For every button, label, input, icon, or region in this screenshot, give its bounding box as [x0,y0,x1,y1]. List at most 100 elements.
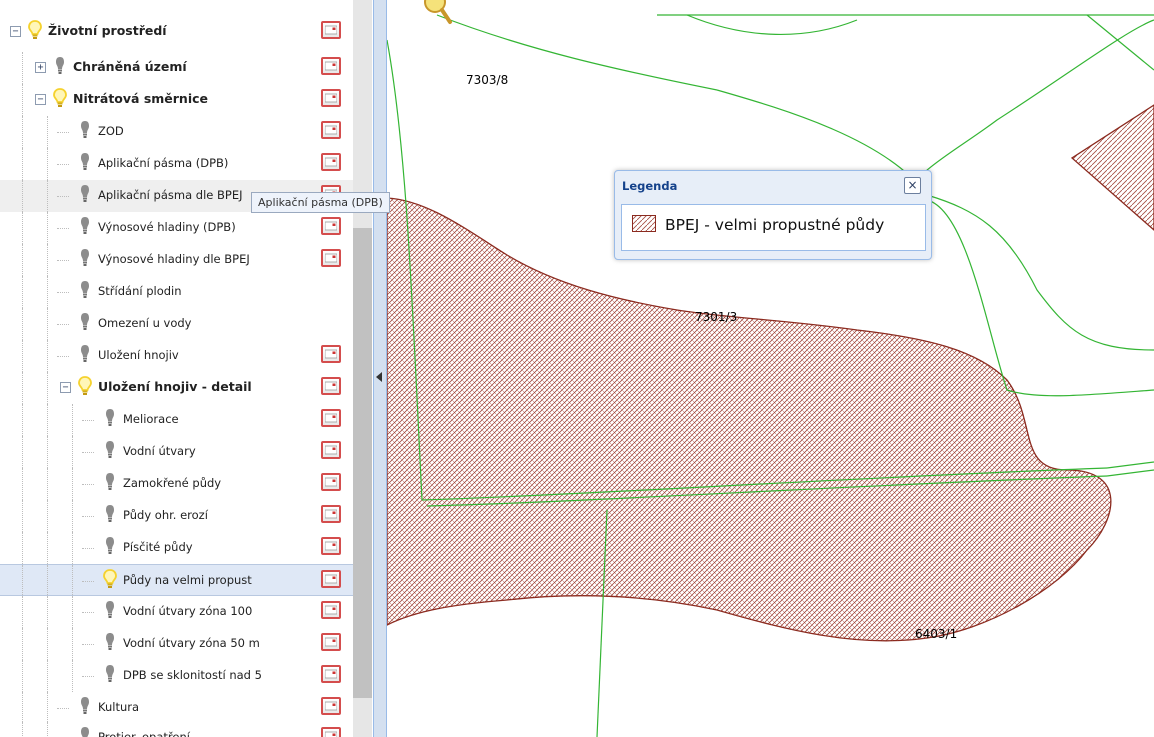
legend-icon[interactable] [321,505,341,523]
tree-node-label[interactable]: Vodní útvary zóna 100 [123,604,252,618]
map-canvas[interactable] [387,0,1154,737]
tree-node-label[interactable]: Životní prostředí [48,23,167,38]
tree-node[interactable]: Výnosové hladiny (DPB) [0,212,353,244]
layer-tooltip: Aplikační pásma (DPB) [251,192,390,213]
tree-node-label[interactable]: Zamokřené půdy [123,476,221,490]
collapse-icon[interactable]: − [35,94,46,105]
tree-node-label[interactable]: Uložení hnojiv - detail [98,379,252,394]
tree-node-label[interactable]: Písčité půdy [123,540,193,554]
close-icon[interactable]: × [904,177,921,194]
lightbulb-off-icon[interactable] [101,503,119,527]
tree-node[interactable]: DPB se sklonitostí nad 5 [0,660,353,692]
tree-node[interactable]: Omezení u vody [0,308,353,340]
tree-node[interactable]: Vodní útvary zóna 100 [0,596,353,628]
tree-node-label[interactable]: Půdy na velmi propust [123,573,252,587]
lightbulb-off-icon[interactable] [101,407,119,431]
tree-node[interactable]: + Chráněná území [0,52,353,84]
tree-node[interactable]: Písčité půdy [0,532,353,564]
tree-node-label[interactable]: DPB se sklonitostí nad 5 [123,668,262,682]
lightbulb-off-icon[interactable] [76,183,94,207]
legend-icon[interactable] [321,153,341,171]
legend-icon[interactable] [321,441,341,459]
tree-node-label[interactable]: Omezení u vody [98,316,191,330]
tree-node[interactable]: Uložení hnojiv [0,340,353,372]
lightbulb-off-icon[interactable] [76,725,94,737]
tree-node[interactable]: Vodní útvary [0,436,353,468]
legend-icon[interactable] [321,345,341,363]
tree-node[interactable]: Kultura [0,692,353,724]
tree-node-label[interactable]: Meliorace [123,412,179,426]
tree-guide-line [22,148,23,180]
lightbulb-off-icon[interactable] [51,55,69,79]
collapse-arrow-icon[interactable] [376,372,382,382]
tree-node-label[interactable]: Výnosové hladiny (DPB) [98,220,236,234]
legend-icon[interactable] [321,409,341,427]
tree-node-label[interactable]: Protier. opatření [98,730,190,737]
legend-icon[interactable] [321,665,341,683]
legend-icon[interactable] [321,249,341,267]
lightbulb-off-icon[interactable] [76,279,94,303]
tree-node-label[interactable]: Uložení hnojiv [98,348,179,362]
legend-icon[interactable] [321,537,341,555]
legend-icon[interactable] [321,633,341,651]
lightbulb-off-icon[interactable] [101,439,119,463]
lightbulb-off-icon[interactable] [76,119,94,143]
lightbulb-off-icon[interactable] [101,471,119,495]
lightbulb-off-icon[interactable] [76,215,94,239]
tree-node[interactable]: Aplikační pásma (DPB) [0,148,353,180]
tree-node-label[interactable]: Výnosové hladiny dle BPEJ [98,252,250,266]
legend-icon[interactable] [321,570,341,588]
panel-splitter[interactable] [373,0,387,737]
tree-node[interactable]: Zamokřené půdy [0,468,353,500]
legend-icon[interactable] [321,727,341,737]
lightbulb-off-icon[interactable] [101,631,119,655]
lightbulb-off-icon[interactable] [76,343,94,367]
tree-node[interactable]: Protier. opatření [0,722,353,737]
legend-icon[interactable] [321,697,341,715]
lightbulb-off-icon[interactable] [76,151,94,175]
collapse-icon[interactable]: − [10,26,21,37]
map-view[interactable]: 7303/8 7301/3 6403/1 [387,0,1154,737]
lightbulb-off-icon[interactable] [76,247,94,271]
lightbulb-on-icon[interactable] [76,375,94,399]
tree-node-label[interactable]: Aplikační pásma (DPB) [98,156,228,170]
legend-icon[interactable] [321,89,341,107]
tree-node-label[interactable]: Střídání plodin [98,284,182,298]
lightbulb-on-icon[interactable] [101,568,119,592]
legend-icon[interactable] [321,121,341,139]
tree-node[interactable]: Vodní útvary zóna 50 m [0,628,353,660]
lightbulb-off-icon[interactable] [101,663,119,687]
tree-node-label[interactable]: Vodní útvary zóna 50 m [123,636,260,650]
tree-node[interactable]: − Nitrátová směrnice [0,84,353,116]
legend-icon[interactable] [321,217,341,235]
legend-icon[interactable] [321,473,341,491]
tree-node[interactable]: Střídání plodin [0,276,353,308]
tree-node-label[interactable]: Kultura [98,700,139,714]
lightbulb-off-icon[interactable] [101,535,119,559]
legend-icon[interactable] [321,57,341,75]
lightbulb-on-icon[interactable] [26,19,44,43]
tree-node[interactable]: Půdy ohr. erozí [0,500,353,532]
tree-node[interactable]: Výnosové hladiny dle BPEJ [0,244,353,276]
lightbulb-off-icon[interactable] [101,599,119,623]
lightbulb-off-icon[interactable] [76,695,94,719]
expand-icon[interactable]: + [35,62,46,73]
legend-icon[interactable] [321,377,341,395]
tree-node-label[interactable]: Aplikační pásma dle BPEJ [98,188,242,202]
lightbulb-on-icon[interactable] [51,87,69,111]
tree-node-label[interactable]: Chráněná území [73,59,187,74]
tree-node[interactable]: − Uložení hnojiv - detail [0,372,353,404]
tree-node[interactable]: Půdy na velmi propust [0,564,353,596]
tree-node-label[interactable]: Vodní útvary [123,444,196,458]
tree-node-label[interactable]: ZOD [98,124,124,138]
legend-icon[interactable] [321,601,341,619]
tree-node[interactable]: − Životní prostředí [0,16,353,48]
legend-icon[interactable] [321,21,341,39]
tree-node[interactable]: ZOD [0,116,353,148]
collapse-icon[interactable]: − [60,382,71,393]
lightbulb-off-icon[interactable] [76,311,94,335]
tree-node[interactable]: Meliorace [0,404,353,436]
tree-node-label[interactable]: Nitrátová směrnice [73,91,208,106]
tree-scrollbar-thumb[interactable] [353,228,372,698]
tree-node-label[interactable]: Půdy ohr. erozí [123,508,208,522]
